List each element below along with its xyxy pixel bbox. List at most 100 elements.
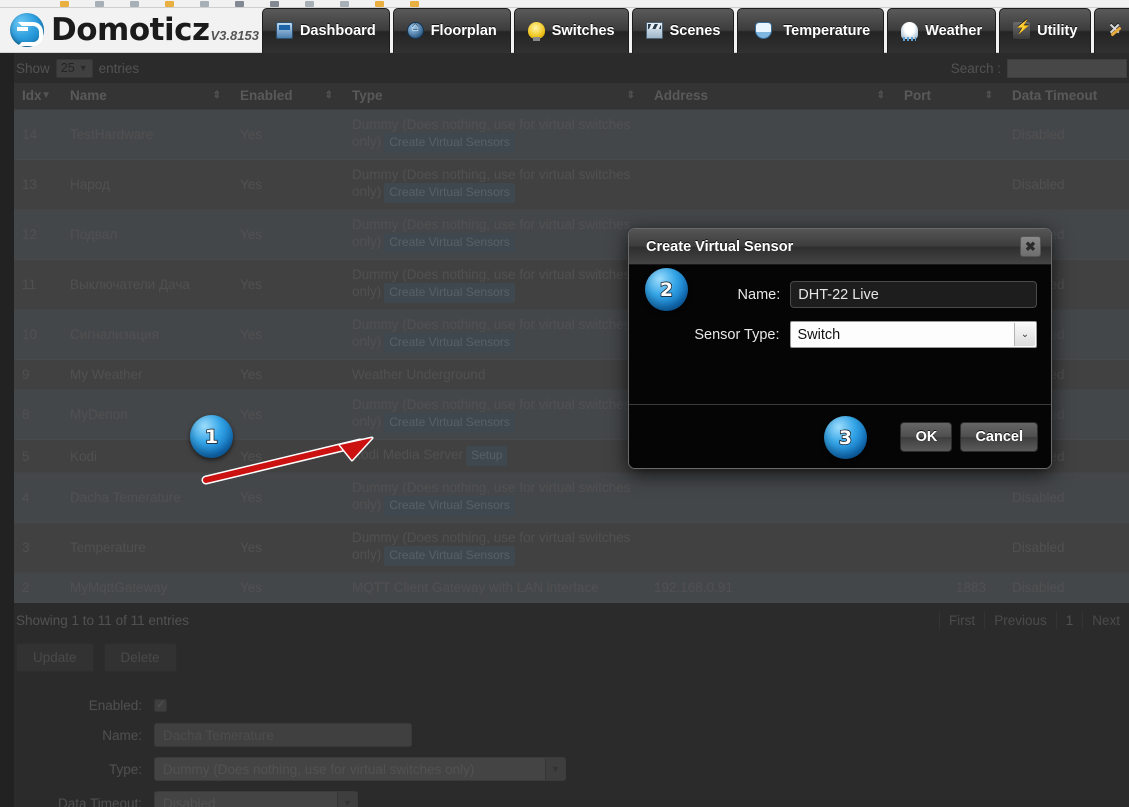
ok-button[interactable]: OK xyxy=(900,421,953,452)
dialog-name-input[interactable]: DHT-22 Live xyxy=(790,281,1037,308)
bookmark-icon[interactable] xyxy=(270,1,279,7)
type-select[interactable]: Dummy (Does nothing, use for virtual swi… xyxy=(154,757,566,781)
bookmark-icon[interactable] xyxy=(410,1,419,7)
type-value: Dummy (Does nothing, use for virtual swi… xyxy=(163,761,475,777)
delete-button[interactable]: Delete xyxy=(103,643,177,672)
column-header-data-timeout[interactable]: Data Timeout xyxy=(1004,83,1129,110)
nav-tab-setup[interactable]: Se xyxy=(1094,7,1129,53)
entries-label: entries xyxy=(98,60,140,76)
nav-tab-label: Weather xyxy=(925,22,983,39)
cell-data-timeout: Disabled xyxy=(1004,159,1129,210)
create-virtual-sensors-link[interactable]: Create Virtual Sensors xyxy=(384,133,515,153)
table-row[interactable]: 2 MyMqttGateway Yes MQTT Client Gateway wit… xyxy=(14,572,1129,603)
setup-link[interactable]: Setup xyxy=(466,446,508,466)
nav-tab-utility[interactable]: Utility xyxy=(999,7,1092,53)
create-virtual-sensors-link[interactable]: Create Virtual Sensors xyxy=(384,333,515,353)
step-badge-1: 1 xyxy=(190,415,233,458)
column-header-enabled[interactable]: Enabled ⇕ xyxy=(232,83,344,110)
cell-address xyxy=(646,109,896,160)
show-label: Show xyxy=(16,60,50,76)
column-label: Idx xyxy=(22,88,42,103)
cell-port xyxy=(896,522,1004,573)
app-title: Domoticz xyxy=(51,12,210,48)
cell-name: Сигнализация xyxy=(62,309,232,360)
cell-port xyxy=(896,159,1004,210)
nav-tab-dashboard[interactable]: Dashboard xyxy=(261,7,390,53)
create-virtual-sensors-link[interactable]: Create Virtual Sensors xyxy=(384,283,515,303)
pagination: First Previous 1 Next xyxy=(938,610,1129,630)
dialog-sensor-type-value: Switch xyxy=(797,326,841,343)
page-length-select[interactable]: 25 ▼ xyxy=(55,58,93,78)
tools-icon xyxy=(1108,20,1125,39)
table-row[interactable]: 3 Temperature Yes Dummy (Does nothing, use … xyxy=(14,522,1129,573)
pager-previous[interactable]: Previous xyxy=(984,610,1056,630)
sort-icon: ⇕ xyxy=(324,90,333,101)
cell-data-timeout: Disabled xyxy=(1004,522,1129,573)
create-virtual-sensors-link[interactable]: Create Virtual Sensors xyxy=(384,183,515,203)
cell-address xyxy=(646,522,896,573)
close-icon[interactable]: ✖ xyxy=(1020,236,1041,257)
pager-first[interactable]: First xyxy=(938,610,984,630)
pager-next[interactable]: Next xyxy=(1082,610,1129,630)
bookmark-icon[interactable] xyxy=(200,1,209,7)
cancel-button[interactable]: Cancel xyxy=(960,421,1038,452)
column-header-type[interactable]: Type ⇕ xyxy=(344,83,646,110)
floorplan-icon xyxy=(406,20,424,39)
create-virtual-sensors-link[interactable]: Create Virtual Sensors xyxy=(384,413,515,433)
column-label: Address xyxy=(654,88,709,103)
cell-port xyxy=(896,472,1004,523)
bookmark-icon[interactable] xyxy=(165,1,174,7)
cell-type: Dummy (Does nothing, use for virtual swi… xyxy=(344,522,646,573)
table-row[interactable]: 13 Народ Yes Dummy (Does nothing, use for v… xyxy=(14,159,1129,210)
table-row[interactable]: 4 Dacha Temerature Yes Dummy (Does nothing,… xyxy=(14,472,1129,523)
cell-enabled: Yes xyxy=(232,359,344,390)
table-header: Idx ▼ Name ⇕ Enabled ⇕ Type ⇕ Address ⇕ … xyxy=(14,83,1129,110)
column-label: Enabled xyxy=(240,88,293,103)
nav-tab-temperature[interactable]: Temperature xyxy=(737,7,885,53)
nav-tab-weather[interactable]: Weather xyxy=(887,7,997,53)
column-header-address[interactable]: Address ⇕ xyxy=(646,83,896,110)
table-row[interactable]: 14 TestHardware Yes Dummy (Does nothing, us… xyxy=(14,109,1129,160)
update-button[interactable]: Update xyxy=(16,643,94,672)
nav-tab-switches[interactable]: Switches xyxy=(513,7,629,53)
column-header-idx[interactable]: Idx ▼ xyxy=(14,83,62,110)
sort-desc-icon: ▼ xyxy=(41,90,51,101)
left-rail xyxy=(0,53,14,807)
cell-type: Dummy (Does nothing, use for virtual swi… xyxy=(344,472,646,523)
data-timeout-select[interactable]: Disabled ▼ xyxy=(154,791,358,807)
cell-idx: 9 xyxy=(14,359,62,390)
bookmark-icon[interactable] xyxy=(95,1,104,7)
cell-type: MQTT Client Gateway with LAN interface xyxy=(344,572,646,603)
column-header-name[interactable]: Name ⇕ xyxy=(62,83,232,110)
bookmark-icon[interactable] xyxy=(60,1,69,7)
bookmark-icon[interactable] xyxy=(130,1,139,7)
search-input[interactable] xyxy=(1007,58,1127,78)
create-virtual-sensors-link[interactable]: Create Virtual Sensors xyxy=(384,546,515,566)
bookmark-icon[interactable] xyxy=(305,1,314,7)
app-logo[interactable]: Domoticz V3.8153 xyxy=(0,12,259,48)
cell-name: TestHardware xyxy=(62,109,232,160)
cell-name: Temperature xyxy=(62,522,232,573)
column-header-port[interactable]: Port ⇕ xyxy=(896,83,1004,110)
nav-tab-scenes[interactable]: Scenes xyxy=(631,7,735,53)
create-virtual-sensors-link[interactable]: Create Virtual Sensors xyxy=(384,496,515,516)
create-virtual-sensors-link[interactable]: Create Virtual Sensors xyxy=(384,233,515,253)
enabled-checkbox[interactable] xyxy=(154,697,167,712)
pager-page-1[interactable]: 1 xyxy=(1055,610,1083,630)
bookmark-icon[interactable] xyxy=(235,1,244,7)
dialog-sensor-type-select[interactable]: Switch ⌄ xyxy=(789,321,1037,348)
dialog-row-sensor-type: Sensor Type: Switch ⌄ xyxy=(643,321,1037,348)
name-input[interactable]: Dacha Temerature xyxy=(154,723,412,747)
cell-name: Народ xyxy=(62,159,232,210)
bookmark-icon[interactable] xyxy=(375,1,384,7)
cell-enabled: Yes xyxy=(232,109,344,160)
bookmark-icon[interactable] xyxy=(340,1,349,7)
cell-name: Подвал xyxy=(62,209,232,260)
cell-idx: 11 xyxy=(14,259,62,310)
app-version: V3.8153 xyxy=(210,28,259,43)
cell-data-timeout: Disabled xyxy=(1004,472,1129,523)
table-info: Showing 1 to 11 of 11 entries xyxy=(16,612,189,628)
nav-tab-floorplan[interactable]: Floorplan xyxy=(392,7,511,53)
sort-icon: ⇕ xyxy=(212,90,221,101)
column-label: Data Timeout xyxy=(1012,88,1098,103)
